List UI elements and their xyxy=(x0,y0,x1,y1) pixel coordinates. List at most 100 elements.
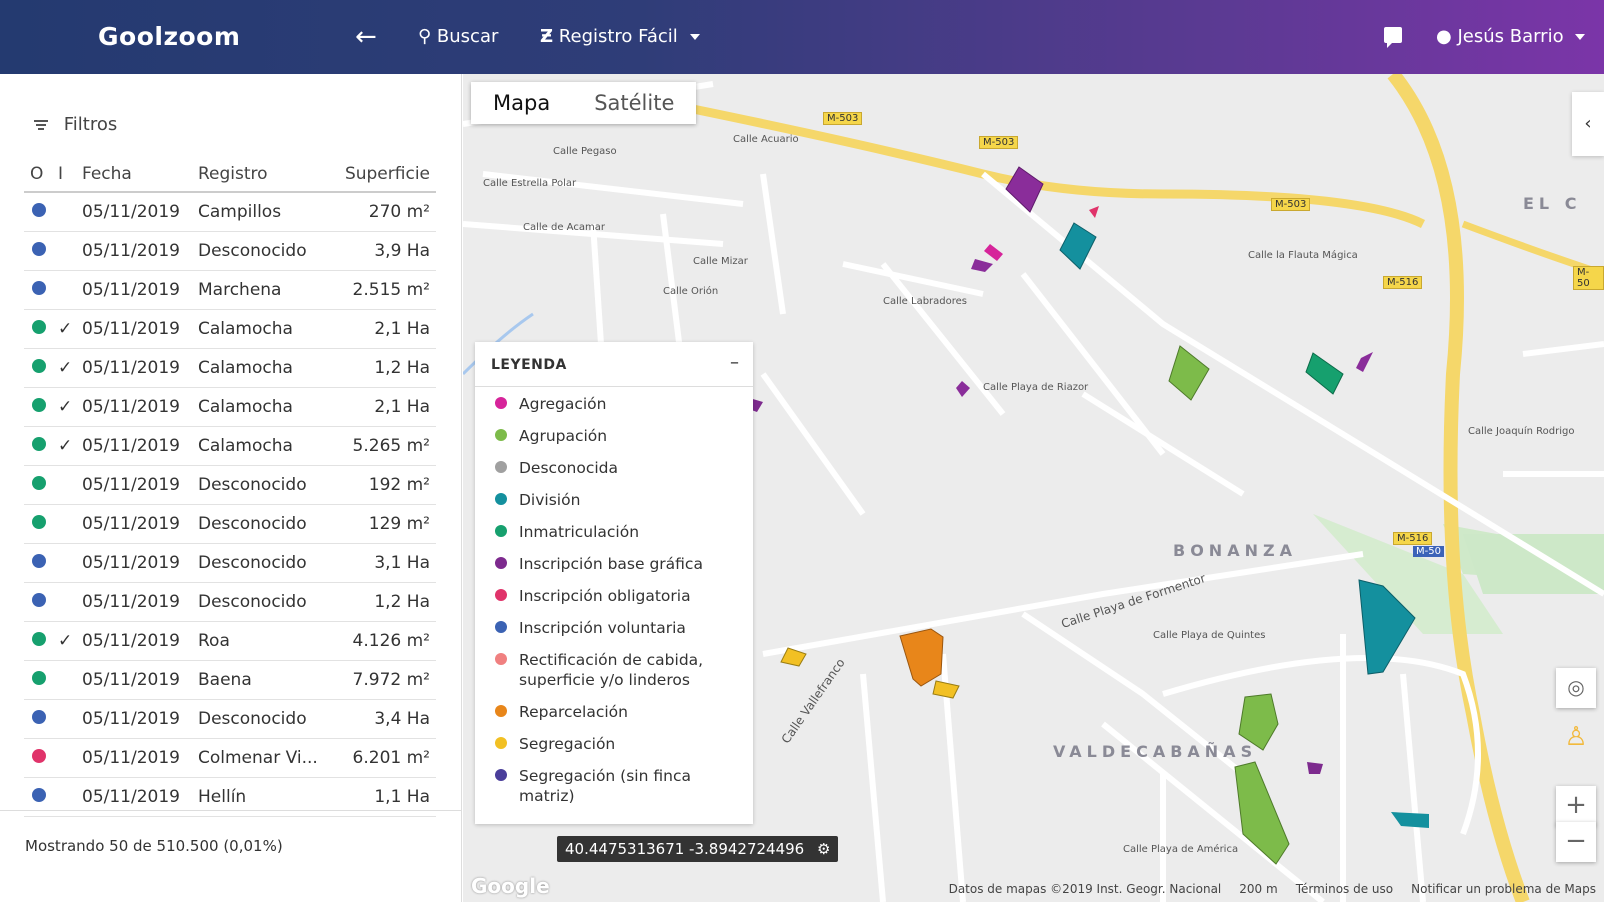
registro-facil-dropdown[interactable]: Ƶ Registro Fácil xyxy=(540,26,700,47)
status-dot-cell xyxy=(24,621,58,661)
table-row[interactable]: 05/11/2019 Desconocido 1,2 Ha xyxy=(24,582,436,622)
legend-title: LEYENDA xyxy=(491,357,567,373)
legend-color-dot xyxy=(495,589,507,601)
top-navbar: Goolzoom ← ⚲ Buscar Ƶ Registro Fácil ● J… xyxy=(0,0,1604,74)
column-i[interactable]: I xyxy=(58,156,82,193)
street-label: Calle Playa de Riazor xyxy=(983,382,1089,393)
superficie-cell: 3,1 Ha xyxy=(324,543,436,583)
registro-cell: Calamocha xyxy=(198,348,324,388)
registro-cell: Campillos xyxy=(198,192,324,232)
pegman-icon[interactable]: ♙ xyxy=(1556,718,1596,758)
map-legend: LEYENDA – Agregación Agrupación Desconocid… xyxy=(475,342,753,824)
registro-cell: Calamocha xyxy=(198,309,324,349)
legend-color-dot xyxy=(495,429,507,441)
highway-label: M-50 xyxy=(1413,546,1444,557)
my-location-icon[interactable]: ◎ xyxy=(1556,668,1596,708)
check-cell: ✓ xyxy=(58,309,82,349)
column-registro[interactable]: Registro xyxy=(198,156,324,193)
street-label: Calle Playa de América xyxy=(1123,844,1239,855)
legend-item-label: Segregación xyxy=(519,735,616,753)
user-menu[interactable]: ● Jesús Barrio xyxy=(1436,26,1586,47)
fecha-cell: 05/11/2019 xyxy=(82,738,198,778)
legend-minimize-button[interactable]: – xyxy=(730,352,739,373)
results-table: O I Fecha Registro Superficie 05/11/2019… xyxy=(24,156,436,817)
legend-color-dot xyxy=(495,525,507,537)
table-row[interactable]: ✓ 05/11/2019 Calamocha 1,2 Ha xyxy=(24,348,436,388)
legend-item: Inscripción obligatoria xyxy=(495,586,745,606)
coordinates-value: 40.4475313671 -3.8942724496 xyxy=(565,840,805,858)
coordinates-readout[interactable]: 40.4475313671 -3.8942724496 ⚙ xyxy=(557,836,839,862)
table-row[interactable]: 05/11/2019 Colmenar Vi... 6.201 m² xyxy=(24,738,436,778)
legend-item: Agregación xyxy=(495,394,745,414)
registro-icon: Ƶ xyxy=(540,26,554,47)
table-row[interactable]: 05/11/2019 Desconocido 3,9 Ha xyxy=(24,231,436,271)
table-row[interactable]: 05/11/2019 Campillos 270 m² xyxy=(24,192,436,232)
gear-icon[interactable]: ⚙ xyxy=(817,840,830,858)
map-type-tabs: Mapa Satélite xyxy=(471,82,697,124)
table-row[interactable]: 05/11/2019 Desconocido 3,1 Ha xyxy=(24,543,436,583)
status-dot xyxy=(32,553,46,568)
superficie-cell: 4.126 m² xyxy=(324,621,436,661)
place-label: EL C xyxy=(1523,194,1582,213)
check-cell: ✓ xyxy=(58,387,82,427)
status-dot xyxy=(32,202,46,217)
divider xyxy=(0,810,462,811)
registro-cell: Colmenar Vi... xyxy=(198,738,324,778)
registro-cell: Desconocido xyxy=(198,504,324,544)
zoom-out-button[interactable]: − xyxy=(1556,822,1596,862)
check-cell xyxy=(58,192,82,232)
status-dot xyxy=(32,475,46,490)
back-arrow-icon[interactable]: ← xyxy=(355,22,377,52)
superficie-cell: 1,2 Ha xyxy=(324,348,436,388)
tab-mapa[interactable]: Mapa xyxy=(471,82,572,124)
legend-item: Segregación xyxy=(495,734,745,754)
registro-cell: Calamocha xyxy=(198,387,324,427)
place-label: VALDECABAÑAS xyxy=(1053,742,1258,761)
legend-color-dot xyxy=(495,493,507,505)
map-view[interactable]: BONANZA VALDECABAÑAS EL C Calle Acuario … xyxy=(463,74,1604,902)
legend-color-dot xyxy=(495,397,507,409)
fecha-cell: 05/11/2019 xyxy=(82,348,198,388)
legend-item: Inmatriculación xyxy=(495,522,745,542)
table-row[interactable]: ✓ 05/11/2019 Calamocha 2,1 Ha xyxy=(24,309,436,349)
fecha-cell: 05/11/2019 xyxy=(82,426,198,466)
search-button[interactable]: ⚲ Buscar xyxy=(418,26,498,47)
fecha-cell: 05/11/2019 xyxy=(82,465,198,505)
check-cell: ✓ xyxy=(58,348,82,388)
tab-satelite[interactable]: Satélite xyxy=(572,82,696,124)
column-o[interactable]: O xyxy=(24,156,58,193)
street-label: Calle de Acamar xyxy=(523,222,605,233)
table-row[interactable]: 05/11/2019 Desconocido 129 m² xyxy=(24,504,436,544)
filters-button[interactable]: Filtros xyxy=(34,114,117,135)
status-dot xyxy=(32,592,46,607)
check-cell xyxy=(58,699,82,739)
zoom-in-button[interactable]: + xyxy=(1556,786,1596,826)
table-row[interactable]: ✓ 05/11/2019 Roa 4.126 m² xyxy=(24,621,436,661)
fecha-cell: 05/11/2019 xyxy=(82,582,198,622)
map-scale[interactable]: 200 m xyxy=(1239,882,1277,896)
legend-item: Inscripción voluntaria xyxy=(495,618,745,638)
column-fecha[interactable]: Fecha xyxy=(82,156,198,193)
table-row[interactable]: ✓ 05/11/2019 Calamocha 5.265 m² xyxy=(24,426,436,466)
check-cell: ✓ xyxy=(58,426,82,466)
highway-label: M-50 xyxy=(1573,266,1604,290)
status-dot xyxy=(32,787,46,802)
street-label: Calle Estrella Polar xyxy=(483,178,577,189)
report-problem-link[interactable]: Notificar un problema de Maps xyxy=(1411,882,1596,896)
superficie-cell: 129 m² xyxy=(324,504,436,544)
collapse-panel-button[interactable]: ‹ xyxy=(1572,92,1604,156)
table-row[interactable]: 05/11/2019 Desconocido 3,4 Ha xyxy=(24,699,436,739)
logo[interactable]: Goolzoom xyxy=(98,22,240,51)
table-row[interactable]: ✓ 05/11/2019 Calamocha 2,1 Ha xyxy=(24,387,436,427)
table-row[interactable]: 05/11/2019 Baena 7.972 m² xyxy=(24,660,436,700)
highway-label: M-503 xyxy=(979,136,1019,149)
column-superficie[interactable]: Superficie xyxy=(324,156,436,193)
legend-item-label: Inscripción obligatoria xyxy=(519,587,691,605)
street-label: Calle Labradores xyxy=(883,296,968,307)
message-icon[interactable] xyxy=(1384,27,1402,48)
check-cell xyxy=(58,231,82,271)
street-label: Calle Joaquín Rodrigo xyxy=(1468,426,1575,437)
table-row[interactable]: 05/11/2019 Desconocido 192 m² xyxy=(24,465,436,505)
table-row[interactable]: 05/11/2019 Marchena 2.515 m² xyxy=(24,270,436,310)
terms-link[interactable]: Términos de uso xyxy=(1296,882,1393,896)
